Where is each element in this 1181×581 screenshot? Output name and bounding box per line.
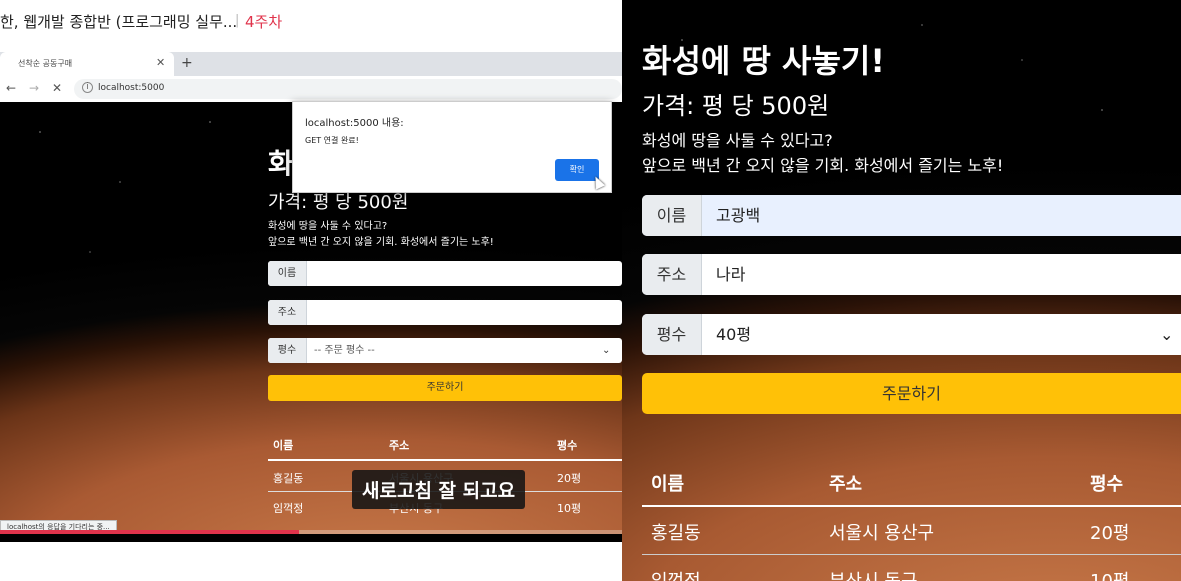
address-input-group[interactable]: 주소 나라 [642,254,1181,295]
video-subtitle: 새로고침 잘 되고요 [352,470,526,509]
order-button[interactable]: 주문하기 [268,375,622,401]
name-label: 이름 [268,261,307,286]
table-header-size: 평수 [1090,474,1124,495]
size-select[interactable]: 40평 [716,314,751,355]
address-input-group[interactable]: 주소 [268,300,622,325]
tab-title: 선착순 공동구매 [18,59,73,68]
table-cell-size: 10평 [557,502,582,515]
address-bar: ← → ✕ i localhost:5000 [0,76,622,103]
table-header-name: 이름 [651,474,685,495]
table-header-divider [642,505,1181,507]
table-header-size: 평수 [557,439,578,452]
table-header-name: 이름 [273,439,294,452]
name-label: 이름 [642,195,702,236]
table-cell-name: 임꺽정 [651,567,701,581]
name-input[interactable]: 고광백 [716,195,760,236]
size-label: 평수 [268,338,307,363]
new-tab-icon[interactable]: + [181,55,193,71]
stop-icon[interactable]: ✕ [52,81,62,95]
chevron-down-icon[interactable]: ⌄ [1160,314,1173,355]
table-cell-address: 서울시 용산구 [829,523,935,544]
size-label: 평수 [642,314,702,355]
course-header: 한, 웹개발 종합반 (프로그래밍 실무... | 4주차 [0,0,622,52]
address-label: 주소 [642,254,702,295]
address-label: 주소 [268,300,307,325]
table-header-address: 주소 [389,439,410,452]
name-input-group[interactable]: 이름 [268,261,622,286]
course-week-label[interactable]: 4주차 [245,11,282,32]
address-input[interactable]: 나라 [716,254,745,295]
table-row-divider [642,554,1181,555]
table-cell-size: 20평 [1090,523,1130,544]
size-select-group[interactable]: 평수 40평 ⌄ [642,314,1181,355]
course-title: 한, 웹개발 종합반 (프로그래밍 실무... [0,13,238,31]
page-title: 화성에 땅 사놓기! [642,42,885,80]
order-button[interactable]: 주문하기 [642,373,1181,414]
url-field[interactable]: i localhost:5000 [74,79,622,99]
url-text: localhost:5000 [98,83,165,93]
description-line-2: 앞으로 백년 간 오지 않을 기회. 화성에서 즐기는 노후! [268,237,494,248]
table-header-divider [268,459,622,461]
table-header-address: 주소 [829,474,863,495]
table-cell-size: 10평 [1090,567,1129,581]
back-icon[interactable]: ← [6,81,16,95]
alert-dialog: localhost:5000 내용: GET 연결 완료! 확인 [292,101,612,193]
forward-icon[interactable]: → [29,81,39,95]
tab-close-icon[interactable]: ✕ [156,56,165,69]
size-select[interactable]: -- 주문 평수 -- [314,338,375,363]
video-bottom-bar [0,534,622,542]
table-cell-name: 홍길동 [273,472,304,485]
table-cell-name: 홍길동 [651,523,701,544]
zoomed-page-content: 화성에 땅 사놓기! 가격: 평 당 500원 화성에 땅을 사둘 수 있다고?… [622,0,1181,581]
table-cell-address: 부산시 동구 [829,567,918,581]
size-select-group[interactable]: 평수 -- 주문 평수 -- ⌄ [268,338,622,363]
table-cell-size: 20평 [557,472,582,485]
price-text: 가격: 평 당 500원 [642,92,830,120]
alert-title: localhost:5000 내용: [305,118,404,129]
name-input-group[interactable]: 이름 고광백 [642,195,1181,236]
browser-tab[interactable]: 선착순 공동구매 ✕ [0,52,174,76]
info-icon[interactable]: i [82,82,93,93]
tab-strip: 선착순 공동구매 ✕ + [0,52,622,76]
table-cell-name: 임꺽정 [273,502,304,515]
course-separator: | [235,13,240,28]
chevron-down-icon[interactable]: ⌄ [602,338,610,363]
description-line-1: 화성에 땅을 사둘 수 있다고? [268,221,388,232]
description-line-2: 앞으로 백년 간 오지 않을 기회. 화성에서 즐기는 노후! [642,156,1004,175]
description-line-1: 화성에 땅을 사둘 수 있다고? [642,131,833,150]
alert-message: GET 연결 완료! [305,136,359,145]
